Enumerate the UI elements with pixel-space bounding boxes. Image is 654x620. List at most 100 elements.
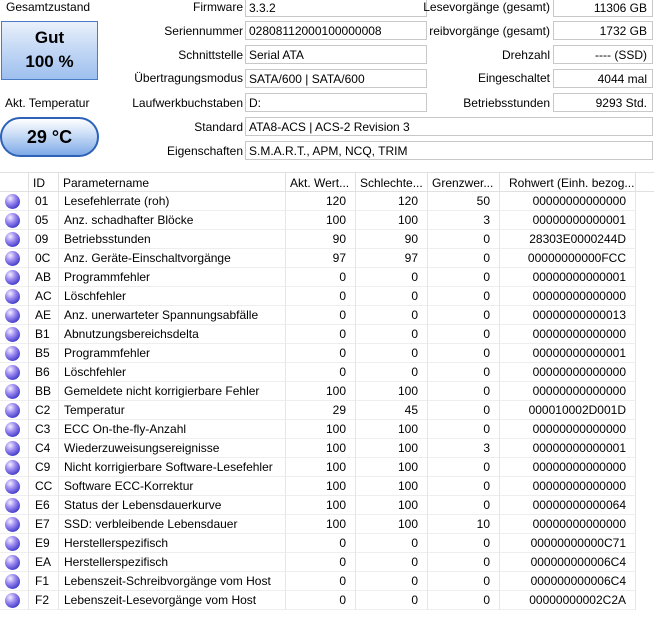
cell-id: 09 <box>29 230 59 249</box>
table-row[interactable]: 05 Anz. schadhafter Blöcke 100 100 3 00000000… <box>0 211 654 230</box>
cell-raw: 00000000000064 <box>500 496 636 515</box>
cell-id: AE <box>29 306 59 325</box>
table-row[interactable]: C4 Wiederzuweisungsereignisse 100 100 3 00000… <box>0 439 654 458</box>
column-header-name[interactable]: Parametername <box>59 173 286 193</box>
power-on-count-field[interactable]: 4044 mal <box>553 69 653 88</box>
cell-current: 100 <box>286 211 356 230</box>
firmware-field[interactable]: 3.3.2 <box>245 0 427 17</box>
cell-name: Anz. Geräte-Einschaltvorgänge <box>59 249 286 268</box>
rotation-rate-field[interactable]: ---- (SSD) <box>553 45 653 64</box>
cell-status <box>0 382 29 401</box>
cell-threshold: 50 <box>428 192 500 211</box>
table-row[interactable]: E9 Herstellerspezifisch 0 0 0 00000000000C71 <box>0 534 654 553</box>
cell-threshold: 0 <box>428 287 500 306</box>
table-row[interactable]: B1 Abnutzungsbereichsdelta 0 0 0 000000000000… <box>0 325 654 344</box>
table-row[interactable]: F2 Lebenszeit-Lesevorgänge vom Host 0 0 0 000… <box>0 591 654 610</box>
status-good-icon <box>5 422 20 437</box>
cell-current: 100 <box>286 477 356 496</box>
table-row[interactable]: C9 Nicht korrigierbare Software-Lesefehle… <box>0 458 654 477</box>
cell-status <box>0 230 29 249</box>
status-good-icon <box>5 346 20 361</box>
cell-threshold: 0 <box>428 306 500 325</box>
cell-worst: 0 <box>356 591 428 610</box>
total-writes-label: reibvorgänge (gesamt) <box>429 24 550 38</box>
status-good-icon <box>5 384 20 399</box>
cell-name: Lebenszeit-Schreibvorgänge vom Host <box>59 572 286 591</box>
cell-id: 01 <box>29 192 59 211</box>
cell-worst: 100 <box>356 439 428 458</box>
cell-current: 0 <box>286 344 356 363</box>
cell-raw: 00000000002C2A <box>500 591 636 610</box>
table-row[interactable]: B6 Löschfehler 0 0 0 00000000000000 <box>0 363 654 382</box>
total-reads-field[interactable]: 11306 GB <box>553 0 653 17</box>
column-header-current[interactable]: Akt. Wert... <box>286 173 356 193</box>
cell-status <box>0 515 29 534</box>
cell-status <box>0 249 29 268</box>
table-row[interactable]: AE Anz. unerwarteter Spannungsabfälle 0 0 0 0… <box>0 306 654 325</box>
cell-threshold: 0 <box>428 572 500 591</box>
table-row[interactable]: E6 Status der Lebensdauerkurve 100 100 0 0000… <box>0 496 654 515</box>
cell-status <box>0 572 29 591</box>
column-header-icon[interactable] <box>0 173 29 193</box>
cell-current: 0 <box>286 534 356 553</box>
status-good-icon <box>5 479 20 494</box>
serial-field[interactable]: 02808112000100000008 <box>245 21 427 40</box>
cell-current: 100 <box>286 496 356 515</box>
cell-worst: 0 <box>356 268 428 287</box>
table-row[interactable]: B5 Programmfehler 0 0 0 00000000000001 <box>0 344 654 363</box>
column-header-threshold[interactable]: Grenzwer... <box>428 173 500 193</box>
interface-field[interactable]: Serial ATA <box>245 45 427 64</box>
column-header-raw[interactable]: Rohwert (Einh. bezog... <box>500 173 636 193</box>
cell-worst: 0 <box>356 306 428 325</box>
table-row[interactable]: EA Herstellerspezifisch 0 0 0 000000000006C4 <box>0 553 654 572</box>
cell-threshold: 0 <box>428 401 500 420</box>
features-field[interactable]: S.M.A.R.T., APM, NCQ, TRIM <box>245 141 653 160</box>
cell-name: Wiederzuweisungsereignisse <box>59 439 286 458</box>
cell-worst: 100 <box>356 382 428 401</box>
cell-raw: 00000000000000 <box>500 325 636 344</box>
temperature-button[interactable]: 29 °C <box>0 117 99 157</box>
power-on-hours-field[interactable]: 9293 Std. <box>553 93 653 112</box>
table-row[interactable]: CC Software ECC-Korrektur 100 100 0 000000000… <box>0 477 654 496</box>
cell-status <box>0 325 29 344</box>
column-header-worst[interactable]: Schlechte... <box>356 173 428 193</box>
table-row[interactable]: AB Programmfehler 0 0 0 00000000000001 <box>0 268 654 287</box>
cell-raw: 00000000000FCC <box>500 249 636 268</box>
cell-threshold: 0 <box>428 325 500 344</box>
cell-worst: 0 <box>356 553 428 572</box>
table-row[interactable]: C2 Temperatur 29 45 0 000010002D001D <box>0 401 654 420</box>
cell-raw: 00000000000001 <box>500 268 636 287</box>
cell-worst: 0 <box>356 572 428 591</box>
cell-name: ECC On-the-fly-Anzahl <box>59 420 286 439</box>
health-status-percent: 100 % <box>25 52 74 71</box>
cell-current: 120 <box>286 192 356 211</box>
table-row[interactable]: 01 Lesefehlerrate (roh) 120 120 50 0000000000… <box>0 192 654 211</box>
cell-worst: 100 <box>356 515 428 534</box>
health-status-button[interactable]: Gut 100 % <box>1 21 98 80</box>
table-row[interactable]: F1 Lebenszeit-Schreibvorgänge vom Host 0 0 0… <box>0 572 654 591</box>
column-header-id[interactable]: ID <box>29 173 59 193</box>
table-row[interactable]: C3 ECC On-the-fly-Anzahl 100 100 0 0000000000… <box>0 420 654 439</box>
standard-field[interactable]: ATA8-ACS | ACS-2 Revision 3 <box>245 117 653 136</box>
table-row[interactable]: BB Gemeldete nicht korrigierbare Fehler 10… <box>0 382 654 401</box>
cell-raw: 00000000000000 <box>500 287 636 306</box>
cell-raw: 00000000000000 <box>500 420 636 439</box>
cell-threshold: 0 <box>428 458 500 477</box>
table-row[interactable]: E7 SSD: verbleibende Lebensdauer 100 100 10 0… <box>0 515 654 534</box>
features-label: Eigenschaften <box>166 144 243 158</box>
drive-letter-field[interactable]: D: <box>245 93 427 112</box>
table-row[interactable]: 09 Betriebsstunden 90 90 0 28303E0000244D <box>0 230 654 249</box>
table-row[interactable]: 0C Anz. Geräte-Einschaltvorgänge 97 97 0 0000… <box>0 249 654 268</box>
cell-worst: 100 <box>356 458 428 477</box>
total-writes-field[interactable]: 1732 GB <box>553 21 653 40</box>
cell-current: 90 <box>286 230 356 249</box>
cell-status <box>0 553 29 572</box>
table-row[interactable]: AC Löschfehler 0 0 0 00000000000000 <box>0 287 654 306</box>
transfer-mode-field[interactable]: SATA/600 | SATA/600 <box>245 69 427 88</box>
power-on-count-label: Eingeschaltet <box>477 71 550 85</box>
cell-threshold: 10 <box>428 515 500 534</box>
cell-threshold: 0 <box>428 477 500 496</box>
cell-raw: 00000000000001 <box>500 344 636 363</box>
status-good-icon <box>5 251 20 266</box>
cell-worst: 0 <box>356 325 428 344</box>
